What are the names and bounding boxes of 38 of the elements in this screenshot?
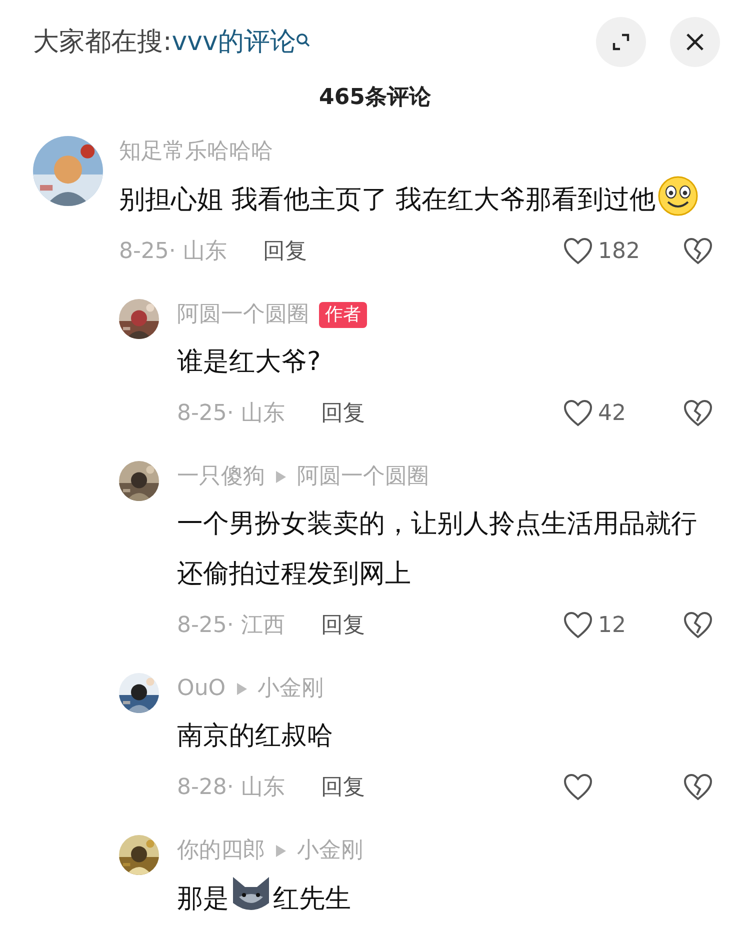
comment-text: 谁是红大爷? xyxy=(177,346,322,379)
reply-button[interactable]: 回复 xyxy=(320,396,365,430)
comment-text: 那是 红先生 xyxy=(177,873,714,924)
smiley-emoji-icon xyxy=(656,174,700,218)
heart-icon xyxy=(562,398,594,428)
date-location: 8-25· 山东 xyxy=(119,238,227,266)
heart-icon xyxy=(562,236,594,266)
dislike-button[interactable] xyxy=(682,236,714,266)
like-button[interactable]: 12 xyxy=(562,608,652,642)
date-location: 8-28· 山东 xyxy=(177,774,285,802)
broken-heart-icon xyxy=(682,610,714,640)
comment-count: 465条评论 xyxy=(318,84,432,112)
like-button[interactable]: 182 xyxy=(562,234,652,268)
reply-button[interactable]: 回复 xyxy=(320,608,365,642)
reply-arrow-icon xyxy=(275,470,287,484)
like-button[interactable]: 42 xyxy=(562,396,652,430)
close-button[interactable] xyxy=(670,17,720,67)
reply-arrow-icon xyxy=(275,844,287,858)
date-location: 8-25· 山东 xyxy=(177,400,285,428)
heart-icon xyxy=(562,772,594,802)
comment-text: 南京的红叔哈 xyxy=(177,720,334,753)
reply-button[interactable]: 回复 xyxy=(320,770,365,804)
search-icon xyxy=(296,32,310,46)
comment-text: 一个男扮女装卖的，让别人拎点生活用品就行还偷拍过程发到网上 xyxy=(177,508,698,591)
dislike-button[interactable] xyxy=(682,398,714,428)
date-location: 8-25· 江西 xyxy=(177,612,285,640)
author-tag: 作者 xyxy=(319,302,367,328)
heart-icon xyxy=(562,610,594,640)
broken-heart-icon xyxy=(682,772,714,802)
broken-heart-icon xyxy=(682,236,714,266)
dislike-button[interactable] xyxy=(682,610,714,640)
search-label: 大家都在搜: xyxy=(33,26,172,58)
dislike-button[interactable] xyxy=(682,772,714,802)
reply-arrow-icon xyxy=(236,682,248,696)
search-suggestion-link[interactable]: vvv的评论 xyxy=(172,22,296,62)
broken-heart-icon xyxy=(682,398,714,428)
comment-text: 别担心姐 我看他主页了 我在红大爷那看到过他 xyxy=(119,174,714,225)
reply-button[interactable]: 回复 xyxy=(262,234,307,268)
